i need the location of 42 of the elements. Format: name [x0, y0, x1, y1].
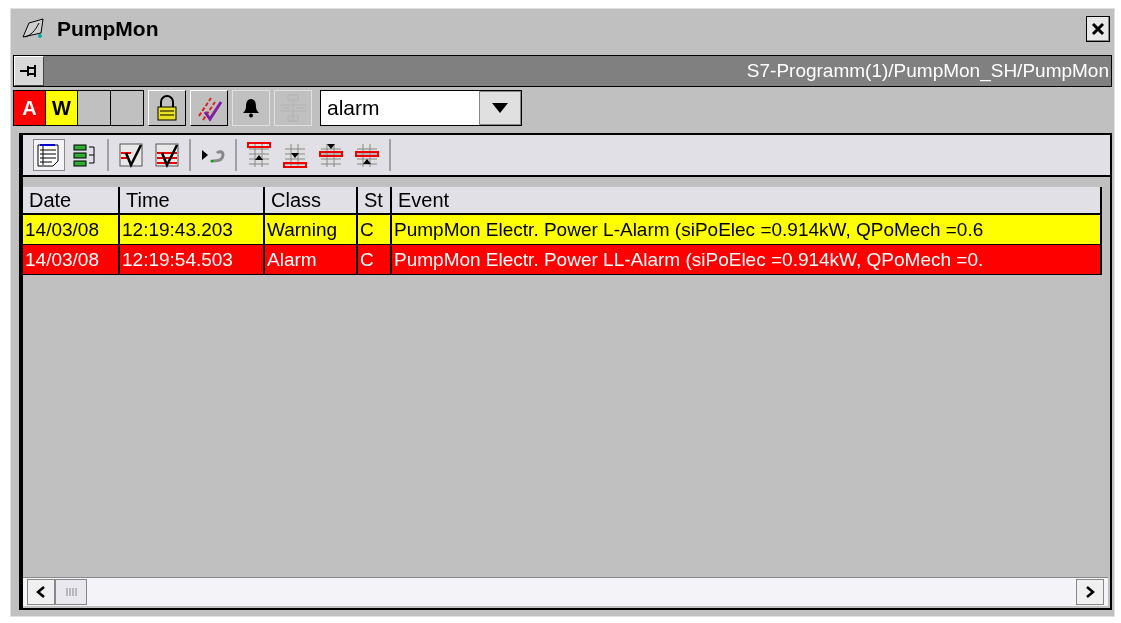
horizontal-scrollbar[interactable] [23, 577, 1108, 606]
table-cell: Alarm [265, 245, 358, 275]
table-cell: 12:19:54.503 [120, 245, 265, 275]
pin-icon [19, 62, 39, 80]
table-navigation-icon [317, 141, 345, 169]
column-header[interactable]: Time [120, 187, 265, 215]
scroll-right-icon[interactable] [1076, 579, 1104, 605]
pin-button[interactable] [14, 56, 44, 86]
indicator-button[interactable]: W [46, 91, 78, 125]
bell-button[interactable] [232, 90, 270, 126]
scroll-left-icon[interactable] [27, 579, 55, 605]
table-cell: 12:19:43.203 [120, 215, 265, 245]
table-cell: 14/03/08 [23, 215, 120, 245]
table-navigation-icon [245, 141, 273, 169]
table-cell: PumpMon Electr. Power L-Alarm (siPoElec =0.914kW, QPoMech =0.6 [392, 215, 1102, 245]
toolbar-button[interactable] [33, 139, 65, 171]
window-title: PumpMon [57, 17, 160, 41]
acknowledge-button[interactable] [190, 90, 228, 126]
column-header[interactable]: Class [265, 187, 358, 215]
table-navigation-icon [353, 141, 381, 169]
dropdown-value: alarm [326, 96, 381, 120]
acknowledge-icon [117, 141, 145, 169]
path-label: S7-Programm(1)/PumpMon_SH/PumpMon [745, 60, 1110, 82]
lock-icon [156, 95, 178, 121]
lock-button[interactable] [148, 90, 186, 126]
close-button[interactable] [1086, 16, 1110, 42]
filter-dropdown[interactable]: alarm [320, 90, 522, 126]
acknowledge-icon [153, 141, 181, 169]
table-cell: C [358, 215, 392, 245]
column-header[interactable]: St [358, 187, 392, 215]
bell-icon [242, 98, 260, 118]
close-icon [1091, 22, 1105, 36]
table-cell: C [358, 245, 392, 275]
app-icon [21, 17, 47, 41]
table-navigation-icon [281, 141, 309, 169]
table-cell: Warning [265, 215, 358, 245]
column-header[interactable]: Event [392, 187, 1102, 215]
table-cell: PumpMon Electr. Power LL-Alarm (siPoElec =0.914kW, QPoMech =0. [392, 245, 1102, 275]
scroll-thumb[interactable] [55, 579, 87, 605]
table-cell: 14/03/08 [23, 245, 120, 275]
indicator-button[interactable]: A [14, 91, 46, 125]
column-header[interactable]: Date [23, 187, 120, 215]
